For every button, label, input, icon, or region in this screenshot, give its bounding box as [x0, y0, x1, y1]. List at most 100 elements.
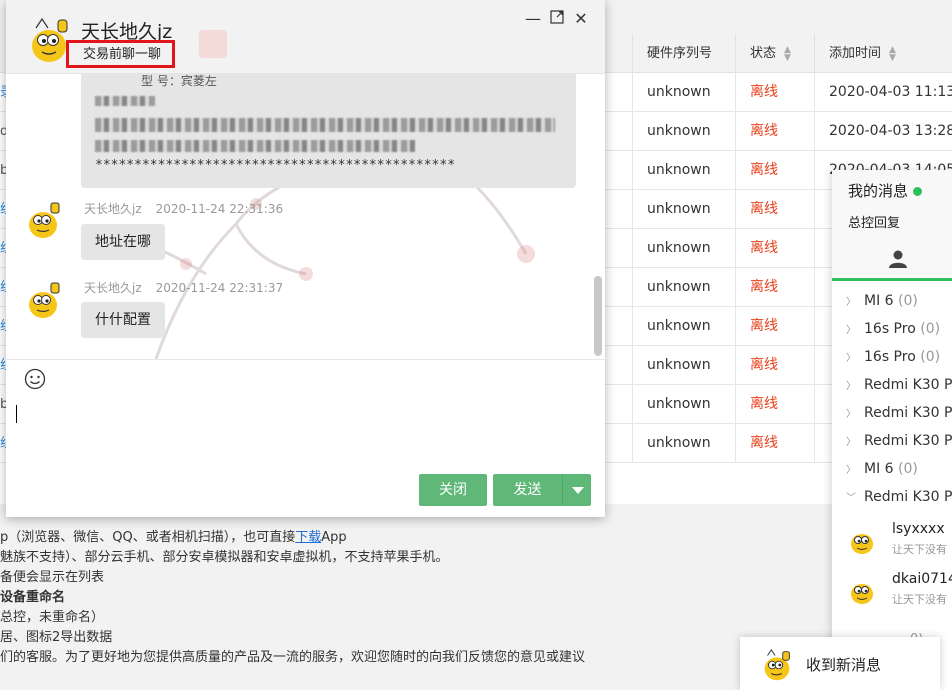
- chevron-right-icon: 〉: [846, 325, 856, 336]
- note-line: 设备重命名: [0, 588, 740, 608]
- contact-group[interactable]: 〉 16s Pro (0): [832, 343, 952, 371]
- group-count: (0): [898, 293, 918, 309]
- partial-text: 型 号：宾菱左: [141, 74, 217, 88]
- contact-group[interactable]: 〉 MI 6 (0): [832, 287, 952, 315]
- message-panel-subtitle: 总控回复: [832, 212, 952, 236]
- blurred-text: [95, 118, 555, 132]
- masked-text: ****************************************…: [95, 158, 456, 173]
- avatar: [851, 534, 873, 554]
- contact-item[interactable]: dkai0714 让天下没有: [832, 565, 952, 611]
- note-text: p（浏览器、微信、QQ、或者相机扫描），也可直接: [0, 530, 296, 545]
- close-button[interactable]: 关闭: [419, 474, 487, 506]
- note-bold: 设备重命名: [0, 590, 66, 605]
- message-time: 2020-11-24 22:31:36: [155, 202, 284, 216]
- contact-avatar[interactable]: [22, 198, 66, 242]
- status-cell: 离线: [735, 307, 814, 346]
- send-button[interactable]: 发送: [493, 474, 562, 506]
- serial-cell: unknown: [632, 385, 735, 424]
- message-bubble: 什什配置: [81, 302, 165, 338]
- contact-group[interactable]: 〉 16s Pro (0): [832, 315, 952, 343]
- chat-dialog: 天长地久jz 交易前聊一聊 — ✕ 型 号：宾菱左 **************…: [6, 0, 605, 517]
- status-cell: 离线: [735, 385, 814, 424]
- header-serial-label: 硬件序列号: [647, 46, 713, 61]
- close-icon[interactable]: ✕: [572, 10, 590, 28]
- contact-signature: 让天下没有: [892, 593, 947, 606]
- contact-group[interactable]: 〉 Redmi K30 Pr: [832, 399, 952, 427]
- blurred-text: [95, 96, 155, 106]
- header-time-label: 添加时间: [829, 46, 882, 61]
- chat-scrollbar[interactable]: [594, 276, 602, 356]
- time-cell: 2020-04-03 11:13:1: [814, 73, 952, 112]
- group-name: MI 6: [864, 461, 894, 477]
- message-panel: 我的消息 总控回复 〉 MI 6 (0) 〉 16s Pro (0) 〉 16s Pro …: [832, 170, 952, 690]
- message-time: 2020-11-24 22:31:37: [155, 281, 284, 295]
- group-count: (0): [920, 321, 941, 337]
- maximize-glyph: [550, 10, 564, 24]
- serial-cell: unknown: [632, 151, 735, 190]
- chevron-down-icon: ﹀: [846, 493, 856, 504]
- serial-cell: unknown: [632, 190, 735, 229]
- group-count: (0): [898, 461, 918, 477]
- contact-group[interactable]: ﹀ Redmi K30 Pr: [832, 483, 952, 511]
- chevron-right-icon: 〉: [846, 353, 856, 364]
- contact-group[interactable]: 〉 MI 6 (0): [832, 455, 952, 483]
- avatar: [764, 648, 790, 681]
- time-cell: 2020-04-03 13:28:4: [814, 112, 952, 151]
- message-bubble: 地址在哪: [81, 224, 165, 260]
- maximize-icon[interactable]: [548, 10, 566, 28]
- contact-name: dkai0714: [892, 571, 952, 587]
- serial-cell: unknown: [632, 112, 735, 151]
- contact-signature: 让天下没有: [892, 543, 947, 556]
- contact-group[interactable]: 〉 Redmi K30 Pr: [832, 371, 952, 399]
- contact-signature: 交易前聊一聊: [66, 40, 176, 68]
- send-options-dropdown[interactable]: [562, 474, 591, 506]
- header-serial[interactable]: 硬件序列号: [632, 34, 735, 73]
- blurred-text: [95, 140, 415, 152]
- sort-icon[interactable]: ▲ ▼: [889, 45, 896, 62]
- minimize-icon[interactable]: —: [524, 10, 542, 28]
- header-status[interactable]: 状态 ▲ ▼: [735, 34, 814, 73]
- header-added-time[interactable]: 添加时间 ▲ ▼: [814, 34, 952, 73]
- group-name: Redmi K30 Pr: [864, 433, 952, 449]
- contact-name: lsyxxxx: [892, 521, 945, 537]
- message-input[interactable]: [16, 405, 17, 423]
- stamp-icon: [199, 30, 227, 58]
- note-line: 备便会显示在列表: [0, 570, 105, 585]
- group-name: Redmi K30 Pr: [864, 405, 952, 421]
- serial-cell: unknown: [632, 73, 735, 112]
- sort-icon[interactable]: ▲ ▼: [784, 45, 791, 62]
- contact-avatar[interactable]: [22, 278, 66, 322]
- chat-messages: 型 号：宾菱左 ********************************…: [6, 74, 605, 359]
- chevron-right-icon: 〉: [846, 409, 856, 420]
- contact-group[interactable]: 〉 Redmi K30 Pr: [832, 427, 952, 455]
- contact-list: lsyxxxx 让天下没有 dkai0714 让天下没有: [832, 515, 952, 611]
- status-cell: 离线: [735, 112, 814, 151]
- message-meta: 天长地久jz 2020-11-24 22:31:37: [84, 279, 283, 296]
- group-count: (0): [920, 349, 941, 365]
- note-line: 总控，未重命名）: [0, 610, 105, 625]
- new-message-toast[interactable]: 收到新消息: [740, 637, 940, 690]
- status-cell: 离线: [735, 346, 814, 385]
- chat-header[interactable]: 天长地久jz 交易前聊一聊 — ✕: [6, 0, 605, 74]
- avatar: [851, 584, 873, 604]
- status-cell: 离线: [735, 229, 814, 268]
- download-link[interactable]: 下载: [295, 530, 321, 545]
- status-cell: 离线: [735, 190, 814, 229]
- emoji-icon[interactable]: [24, 368, 46, 390]
- contact-groups: 〉 MI 6 (0) 〉 16s Pro (0) 〉 16s Pro (0) 〉 Redmi …: [832, 281, 952, 511]
- message-sender: 天长地久jz: [84, 281, 142, 295]
- contact-item[interactable]: lsyxxxx 让天下没有: [832, 515, 952, 561]
- help-notes: p（浏览器、微信、QQ、或者相机扫描），也可直接下载App 魅族不支持）、部分云…: [0, 528, 740, 668]
- group-name: 16s Pro: [864, 349, 916, 365]
- status-cell: 离线: [735, 73, 814, 112]
- note-text: App: [321, 530, 347, 545]
- message-panel-title-text: 我的消息: [848, 182, 909, 200]
- person-icon: [889, 250, 907, 268]
- serial-cell: unknown: [632, 307, 735, 346]
- chevron-right-icon: 〉: [846, 381, 856, 392]
- chevron-right-icon: 〉: [846, 297, 856, 308]
- tab-contacts[interactable]: [832, 236, 952, 281]
- message-meta: 天长地久jz 2020-11-24 22:31:36: [84, 200, 283, 217]
- group-name: Redmi K30 Pr: [864, 489, 952, 505]
- serial-cell: unknown: [632, 229, 735, 268]
